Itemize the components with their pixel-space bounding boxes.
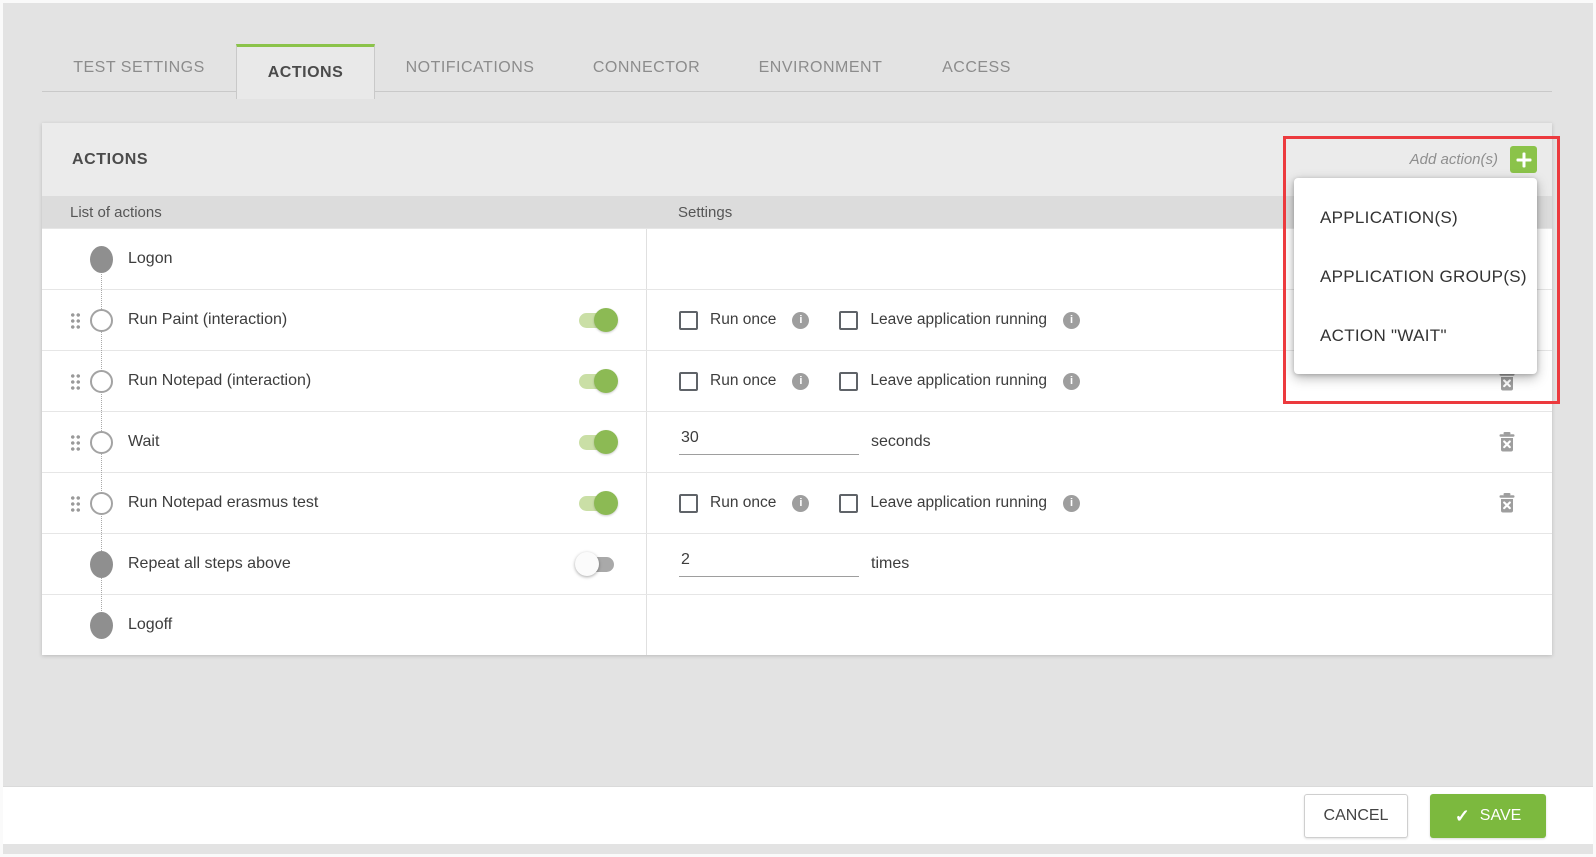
action-row-logoff: Logoff xyxy=(42,594,1552,655)
drag-handle-icon[interactable] xyxy=(70,494,81,512)
tab-notifications[interactable]: NOTIFICATIONS xyxy=(375,44,565,92)
run-once-checkbox[interactable] xyxy=(679,371,698,391)
action-label: Wait xyxy=(128,433,160,450)
save-button[interactable]: ✓ SAVE xyxy=(1430,793,1546,838)
check-icon: ✓ xyxy=(1454,805,1470,826)
enabled-toggle[interactable] xyxy=(579,307,618,332)
action-label: Run Notepad (interaction) xyxy=(128,372,312,389)
action-row-wait: Wait seconds xyxy=(42,411,1552,472)
run-once-label: Run once xyxy=(710,311,777,328)
delete-action-icon[interactable] xyxy=(1498,493,1516,513)
enabled-toggle[interactable] xyxy=(579,368,618,393)
info-icon[interactable] xyxy=(1063,311,1081,329)
leave-running-label: Leave application running xyxy=(870,372,1048,389)
add-action-menu: APPLICATION(S) APPLICATION GROUP(S) ACTI… xyxy=(1294,178,1537,374)
add-actions-area: Add action(s) xyxy=(1410,146,1537,173)
info-icon[interactable] xyxy=(792,372,810,390)
run-once-checkbox[interactable] xyxy=(679,493,698,513)
run-once-label: Run once xyxy=(710,494,777,511)
delete-action-icon[interactable] xyxy=(1498,371,1516,391)
leave-running-label: Leave application running xyxy=(870,494,1048,511)
info-icon[interactable] xyxy=(792,494,810,512)
panel-title: ACTIONS xyxy=(72,150,149,168)
info-icon[interactable] xyxy=(1063,372,1081,390)
tab-access[interactable]: ACCESS xyxy=(913,44,1040,92)
tab-test-settings[interactable]: TEST SETTINGS xyxy=(42,44,236,92)
step-node-icon xyxy=(90,550,113,578)
cancel-button[interactable]: CANCEL xyxy=(1304,793,1408,838)
unit-label: times xyxy=(871,555,910,572)
run-once-label: Run once xyxy=(710,372,777,389)
save-button-label: SAVE xyxy=(1479,806,1522,824)
info-icon[interactable] xyxy=(1063,494,1081,512)
enabled-toggle[interactable] xyxy=(575,551,614,576)
add-action-button[interactable] xyxy=(1510,146,1537,173)
run-once-checkbox[interactable] xyxy=(679,310,698,330)
drag-handle-icon[interactable] xyxy=(70,311,81,329)
step-node-icon xyxy=(90,430,113,454)
unit-label: seconds xyxy=(871,433,931,450)
menu-item-action-wait[interactable]: ACTION "WAIT" xyxy=(1294,306,1537,365)
wait-seconds-input[interactable] xyxy=(679,429,859,455)
drag-handle-icon[interactable] xyxy=(70,433,81,451)
step-node-icon xyxy=(90,369,113,393)
tab-bar: TEST SETTINGS ACTIONS NOTIFICATIONS CONN… xyxy=(42,44,1552,99)
action-row-repeat: Repeat all steps above times xyxy=(42,533,1552,594)
delete-action-icon[interactable] xyxy=(1498,432,1516,452)
step-node-icon xyxy=(90,245,113,273)
menu-item-application-groups[interactable]: APPLICATION GROUP(S) xyxy=(1294,247,1537,306)
drag-handle-icon[interactable] xyxy=(70,372,81,390)
leave-running-checkbox[interactable] xyxy=(839,310,859,330)
action-label: Logoff xyxy=(128,616,173,633)
step-node-icon xyxy=(90,491,113,515)
tab-environment[interactable]: ENVIRONMENT xyxy=(728,44,913,92)
step-node-icon xyxy=(90,308,113,332)
enabled-toggle[interactable] xyxy=(579,429,618,454)
action-row-run-notepad-erasmus: Run Notepad erasmus test Run once Leave … xyxy=(42,472,1552,533)
page: TEST SETTINGS ACTIONS NOTIFICATIONS CONN… xyxy=(0,0,1596,857)
tab-actions[interactable]: ACTIONS xyxy=(236,44,375,99)
menu-item-applications[interactable]: APPLICATION(S) xyxy=(1294,188,1537,247)
tab-connector[interactable]: CONNECTOR xyxy=(565,44,728,92)
action-label: Run Paint (interaction) xyxy=(128,311,288,328)
enabled-toggle[interactable] xyxy=(579,490,618,515)
action-label: Logon xyxy=(128,250,173,267)
footer-bar: CANCEL ✓ SAVE xyxy=(2,786,1594,844)
leave-running-checkbox[interactable] xyxy=(839,493,859,513)
action-label: Repeat all steps above xyxy=(128,555,291,572)
leave-running-checkbox[interactable] xyxy=(839,371,859,391)
add-action-label: Add action(s) xyxy=(1409,151,1498,168)
step-node-icon xyxy=(90,611,113,639)
column-header-actions: List of actions xyxy=(70,203,162,221)
info-icon[interactable] xyxy=(792,311,810,329)
leave-running-label: Leave application running xyxy=(870,311,1048,328)
repeat-times-input[interactable] xyxy=(679,551,859,577)
action-label: Run Notepad erasmus test xyxy=(128,494,319,511)
